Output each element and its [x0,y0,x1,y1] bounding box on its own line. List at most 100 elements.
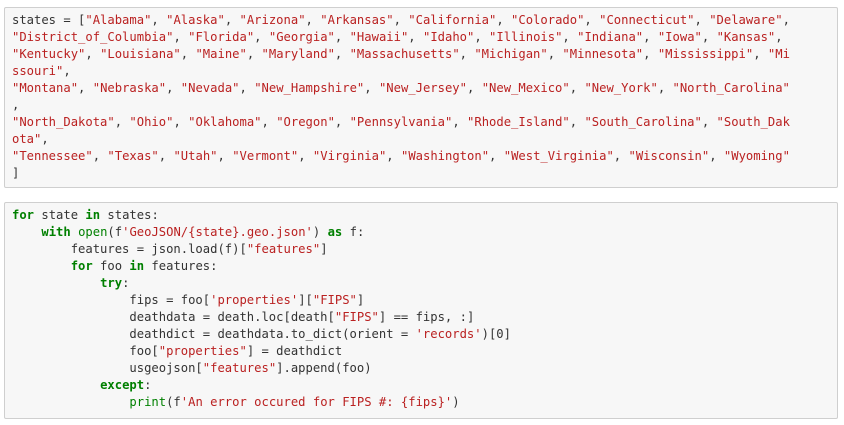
code-token: , [775,30,783,44]
code-token: , [489,149,504,163]
code-editor[interactable]: for state in states: with open(f'GeoJSON… [5,203,837,411]
code-token: 'GeoJSON/{state}.geo.json' [122,225,313,239]
code-token: "Minnesota" [562,47,644,61]
code-token: states = [ [12,13,86,27]
code-token: "California" [408,13,497,27]
code-token: , [254,30,269,44]
code-token: , [158,149,174,163]
code-token: , [298,149,313,163]
code-token: , [613,149,629,163]
code-line: "District_of_Columbia", "Florida", "Geor… [12,30,783,44]
code-token: in [129,259,145,273]
code-line: for state in states: [12,208,159,222]
code-token: ][ [298,293,313,307]
code-line: "North_Dakota", "Ohio", "Oklahoma", "Ore… [12,115,790,129]
code-token: , [246,47,262,61]
code-token: ota" [12,132,42,146]
code-token: , [334,115,350,129]
code-token: , [334,47,350,61]
code-token: "Texas" [107,149,159,163]
code-token: state [34,208,86,222]
code-token: "Nebraska" [92,81,167,95]
code-token: "Ohio" [129,115,174,129]
code-token: , [709,149,724,163]
code-token: 'An error occured for FIPS #: {fips}' [180,395,453,409]
code-token: ssouri" [12,64,64,78]
code-token: "Arkansas" [320,13,394,27]
code-line: ssouri", [12,64,71,78]
code-token: "New_Mexico" [481,81,570,95]
code-token: "features" [246,242,321,256]
code-line: "Tennessee", "Texas", "Utah", "Vermont",… [12,149,790,163]
code-token: foo[ [12,344,159,358]
code-line: try: [12,276,129,290]
code-token: ] = deathdict [246,344,343,358]
code-token: "Wisconsin" [628,149,710,163]
code-token: "Virginia" [312,149,387,163]
code-token: ) [452,395,460,409]
code-token: ) [312,225,328,239]
code-token: ] [356,293,365,307]
code-token: foo [92,259,130,273]
code-token: , [452,115,468,129]
code-token: , [459,47,475,61]
code-token: , [63,64,71,78]
code-token: , [408,30,423,44]
code-token: (f [107,225,123,239]
code-token: , [701,115,717,129]
code-token: 'records' [415,327,482,341]
code-token: "Idaho" [422,30,475,44]
code-token: "Maine" [195,47,247,61]
code-line: ] [12,166,19,180]
code-token: , [239,81,255,95]
code-token: , [224,13,240,27]
code-token: , [166,81,181,95]
code-token: , [41,132,49,146]
code-line: for foo in features: [12,259,218,273]
code-token: "Arizona" [239,13,306,27]
code-token: "Hawaii" [349,30,409,44]
code-token: , [694,13,710,27]
code-token: ].append(foo) [276,361,372,375]
code-token: , [173,30,189,44]
code-token: "District_of_Columbia" [12,30,174,44]
code-token: , [92,149,108,163]
code-token: "Montana" [12,81,79,95]
code-line: print(f'An error occured for FIPS #: {fi… [12,395,460,409]
code-token: for [12,208,35,222]
code-token: "Delaware" [709,13,783,27]
code-token: "Oregon" [276,115,335,129]
code-token: usgeojson[ [12,361,203,375]
code-token: "North_Carolina" [672,81,790,95]
code-token: ] [12,166,20,180]
code-token: "Pennsylvania" [349,115,453,129]
code-token: , [305,13,321,27]
code-token: open [78,225,108,239]
code-token: "Mi [767,47,790,61]
code-token: )[0] [481,327,511,341]
code-line: deathdict = deathdata.to_dict(orient = '… [12,327,511,341]
code-token: except [100,378,145,392]
code-token: , [701,30,717,44]
code-token: "Michigan" [474,47,548,61]
code-line: states = ["Alabama", "Alaska", "Arizona"… [12,13,790,27]
code-token: , [364,81,379,95]
code-line: deathdata = death.loc[death["FIPS"] == f… [12,310,474,324]
code-editor[interactable]: states = ["Alabama", "Alaska", "Arizona"… [5,8,837,182]
code-token: "West_Virginia" [503,149,614,163]
code-token: as [327,225,343,239]
code-cell-geojson-loop[interactable]: for state in states: with open(f'GeoJSON… [4,202,838,419]
code-token: features: [144,259,218,273]
code-token: , [334,30,350,44]
code-cell-states-list[interactable]: states = ["Alabama", "Alaska", "Arizona"… [4,7,838,188]
code-token: "FIPS" [334,310,379,324]
code-token: : [144,378,152,392]
code-token: , [151,13,167,27]
code-token: features = json.load(f)[ [12,242,247,256]
code-token: "FIPS" [312,293,357,307]
code-token: f: [342,225,365,239]
code-token: "Georgia" [268,30,335,44]
